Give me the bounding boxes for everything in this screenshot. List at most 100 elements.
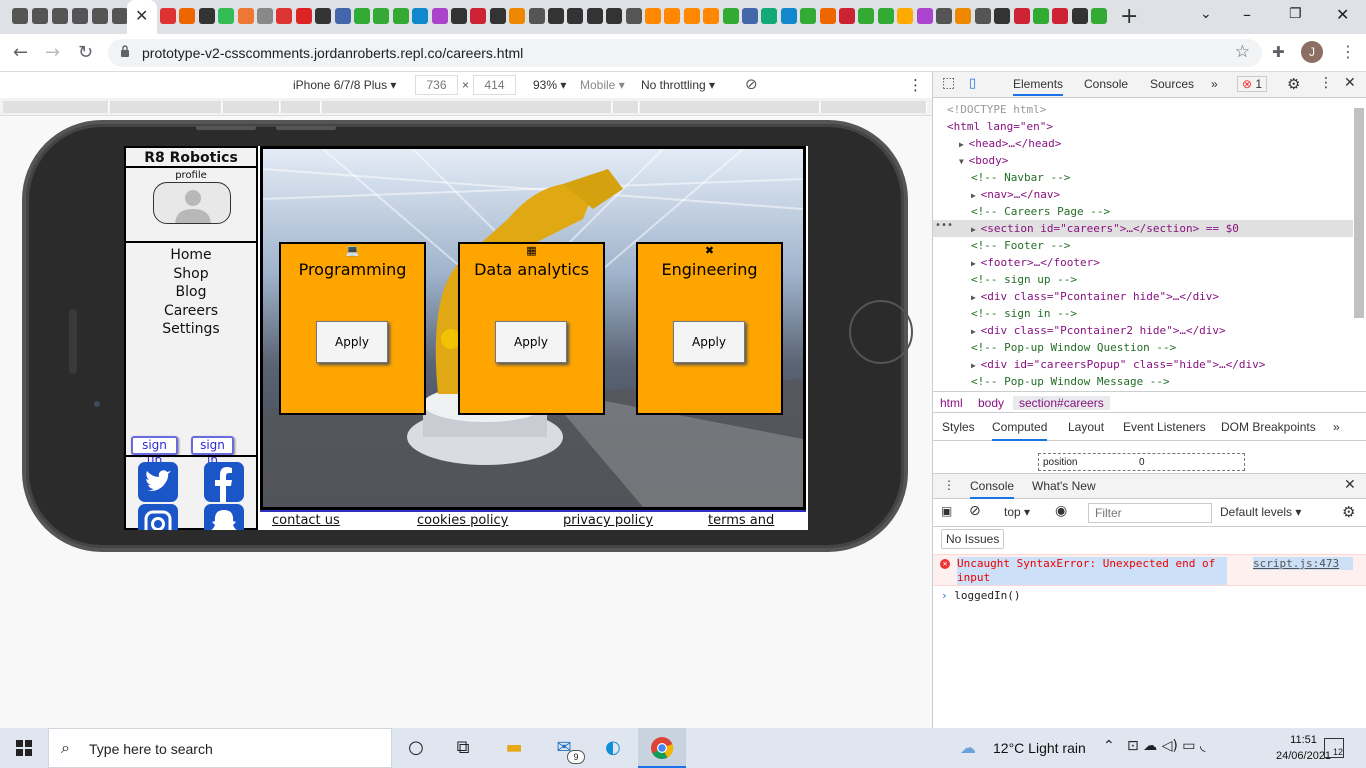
tab-favicon-icon[interactable] <box>92 8 108 24</box>
tab-favicon-icon[interactable] <box>12 8 28 24</box>
tab-favicon-icon[interactable] <box>1013 8 1030 24</box>
tab-favicon-icon[interactable] <box>1071 8 1088 24</box>
ruler-segment[interactable] <box>281 101 321 113</box>
task-view-icon[interactable]: ⧉ <box>451 736 475 760</box>
tab-sources[interactable]: Sources <box>1150 77 1194 91</box>
dom-node-line[interactable]: <!-- Pop-up Window Message --> <box>933 373 1353 390</box>
rotate-icon[interactable]: ⊘ <box>745 75 758 93</box>
tab-favicon-icon[interactable] <box>431 8 448 24</box>
expand-arrow-icon[interactable]: ▶ <box>971 293 981 302</box>
dom-node-line[interactable]: ▶ <div id="careersPopup" class="hide">…<… <box>933 356 1353 373</box>
dom-node-line[interactable]: ▶ <div class="Pcontainer hide">…</div> <box>933 288 1353 305</box>
close-devtools-icon[interactable]: ✕ <box>1344 75 1356 91</box>
issues-button[interactable]: No Issues <box>941 529 1005 549</box>
tab-favicon-icon[interactable] <box>625 8 642 24</box>
tab-favicon-icon[interactable] <box>276 8 293 24</box>
crumb-body[interactable]: body <box>978 396 1004 410</box>
tab-favicon-icon[interactable] <box>315 8 332 24</box>
facebook-icon[interactable] <box>204 462 244 502</box>
tab-favicon-icon[interactable] <box>955 8 972 24</box>
dom-node-line[interactable]: <!-- Pop-up Window Question --> <box>933 339 1353 356</box>
expand-arrow-icon[interactable]: ▶ <box>971 225 981 234</box>
tab-favicon-icon[interactable] <box>645 8 661 24</box>
system-clock[interactable]: 11:51 24/06/2021 <box>1276 732 1331 764</box>
height-input[interactable]: 414 <box>473 75 516 95</box>
tab-layout[interactable]: Layout <box>1068 420 1104 434</box>
tab-favicon-icon[interactable] <box>606 8 623 24</box>
home-button[interactable] <box>849 300 913 364</box>
taskbar-search[interactable]: ⌕ Type here to search <box>48 728 392 768</box>
mode-select[interactable]: Mobile ▾ <box>580 78 625 92</box>
footer-privacy-link[interactable]: privacy policy <box>563 513 653 528</box>
expand-arrow-icon[interactable]: ▶ <box>971 327 981 336</box>
tab-favicon-icon[interactable] <box>198 8 215 24</box>
cortana-icon[interactable]: ○ <box>404 736 428 760</box>
tab-styles[interactable]: Styles <box>942 420 975 434</box>
tab-favicon-icon[interactable] <box>1091 8 1108 24</box>
sidebar-toggle-icon[interactable]: ▣ <box>941 504 952 518</box>
dom-node-line[interactable]: <!-- sign up --> <box>933 271 1353 288</box>
ruler-segment[interactable] <box>613 101 639 113</box>
tab-favicon-icon[interactable] <box>839 8 855 24</box>
tab-favicon-icon[interactable] <box>179 8 196 24</box>
error-counter[interactable]: ⊗ 1 <box>1237 76 1268 92</box>
tab-favicon-icon[interactable] <box>780 8 797 24</box>
back-icon[interactable]: ← <box>13 42 28 63</box>
url-text[interactable]: prototype-v2-csscomments.jordanroberts.r… <box>142 45 523 61</box>
console-filter-input[interactable] <box>1088 503 1212 523</box>
chrome-taskbar-button[interactable] <box>638 728 686 768</box>
crumb-section[interactable]: section#careers <box>1013 396 1110 410</box>
tab-favicon-icon[interactable] <box>858 8 875 24</box>
drawer-tab-console[interactable]: Console <box>970 479 1015 499</box>
tab-favicon-icon[interactable] <box>877 8 894 24</box>
dom-node-line[interactable]: <!-- Footer --> <box>933 237 1353 254</box>
tab-dom-breakpoints[interactable]: DOM Breakpoints <box>1221 420 1316 434</box>
expand-arrow-icon[interactable]: ▼ <box>959 157 969 166</box>
ruler-segment[interactable] <box>223 101 280 113</box>
more-style-tabs-icon[interactable]: » <box>1333 420 1340 434</box>
file-explorer-icon[interactable]: ▬ <box>502 736 526 760</box>
throttle-select[interactable]: No throttling ▾ <box>641 78 715 92</box>
clear-console-icon[interactable]: ⊘ <box>969 503 981 519</box>
extensions-icon[interactable]: ✚ <box>1272 43 1285 61</box>
tab-favicon-icon[interactable] <box>257 8 273 24</box>
profile-picture[interactable] <box>153 182 231 224</box>
device-menu-icon[interactable]: ⋮ <box>908 76 923 94</box>
ruler-segment[interactable] <box>821 101 927 113</box>
minimize-button[interactable]: – <box>1243 5 1251 24</box>
drawer-tab-whats-new[interactable]: What's New <box>1032 479 1096 493</box>
dom-node-line[interactable]: <!-- sign in --> <box>933 305 1353 322</box>
console-input-text[interactable]: loggedIn() <box>954 589 1020 602</box>
tab-favicon-icon[interactable] <box>112 8 128 24</box>
apply-button[interactable]: Apply <box>495 321 567 363</box>
tab-favicon-icon[interactable] <box>72 8 88 24</box>
media-query-ruler[interactable] <box>0 98 932 116</box>
forward-icon[interactable]: → <box>45 42 60 63</box>
more-tabs-icon[interactable]: » <box>1211 77 1218 91</box>
dom-node-line[interactable]: ▶ <div class="Pcontainer2 hide">…</div> <box>933 322 1353 339</box>
tab-favicon-icon[interactable] <box>470 8 487 24</box>
ruler-segment[interactable] <box>322 101 612 113</box>
tab-favicon-icon[interactable] <box>567 8 584 24</box>
search-placeholder[interactable]: Type here to search <box>89 741 213 757</box>
tab-computed[interactable]: Computed <box>992 420 1048 441</box>
nav-shop[interactable]: Shop <box>126 265 256 284</box>
instagram-icon[interactable] <box>138 504 178 530</box>
tab-favicon-icon[interactable] <box>800 8 817 24</box>
twitter-icon[interactable] <box>138 462 178 502</box>
expand-arrow-icon[interactable]: ▶ <box>971 259 981 268</box>
footer-contact-link[interactable]: contact us <box>272 513 340 528</box>
maximize-button[interactable]: ❐ <box>1289 6 1302 22</box>
tab-favicon-icon[interactable] <box>160 8 176 24</box>
expand-arrow-icon[interactable]: ▶ <box>971 361 981 370</box>
tab-favicon-icon[interactable] <box>32 8 48 24</box>
nav-home[interactable]: Home <box>126 246 256 265</box>
sign-in-button[interactable]: sign in <box>191 436 234 467</box>
snapchat-icon[interactable] <box>204 504 244 530</box>
windows-start-icon[interactable] <box>16 740 32 756</box>
tab-favicon-icon[interactable] <box>412 8 429 24</box>
tab-favicon-icon[interactable] <box>722 8 739 24</box>
bookmark-star-icon[interactable]: ☆ <box>1235 42 1250 62</box>
tab-elements[interactable]: Elements <box>1013 77 1064 96</box>
ruler-segment[interactable] <box>3 101 109 113</box>
